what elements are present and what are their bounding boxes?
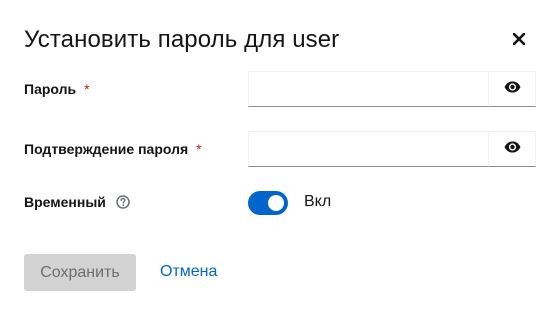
password-label-row: Пароль * xyxy=(24,81,90,97)
temporary-toggle-text: Вкл xyxy=(304,193,332,210)
password-input[interactable] xyxy=(248,71,488,107)
close-button[interactable] xyxy=(508,30,530,52)
close-icon[interactable] xyxy=(512,32,526,50)
help-icon[interactable] xyxy=(116,195,130,209)
confirm-password-label-row: Подтверждение пароля * xyxy=(24,141,202,157)
password-field-group xyxy=(248,71,536,107)
password-toggle-visibility-button[interactable] xyxy=(488,71,536,107)
confirm-password-input[interactable] xyxy=(248,131,488,167)
temporary-toggle-switch[interactable] xyxy=(248,191,288,215)
confirm-password-toggle-visibility-button[interactable] xyxy=(488,131,536,167)
set-password-dialog: Установить пароль для user Пароль * Подт… xyxy=(0,0,560,315)
cancel-link[interactable]: Отмена xyxy=(160,263,217,281)
toggle-knob xyxy=(268,195,284,211)
temporary-label: Временный xyxy=(24,194,106,210)
save-button[interactable]: Сохранить xyxy=(24,254,136,291)
confirm-password-label: Подтверждение пароля xyxy=(24,141,189,157)
dialog-title: Установить пароль для user xyxy=(24,26,340,53)
password-label: Пароль xyxy=(24,81,77,97)
password-required-mark: * xyxy=(84,81,90,97)
temporary-label-row: Временный xyxy=(24,194,130,210)
eye-icon[interactable] xyxy=(504,80,521,98)
confirm-password-required-mark: * xyxy=(196,141,202,157)
eye-icon[interactable] xyxy=(504,140,521,158)
confirm-password-field-group xyxy=(248,131,536,167)
